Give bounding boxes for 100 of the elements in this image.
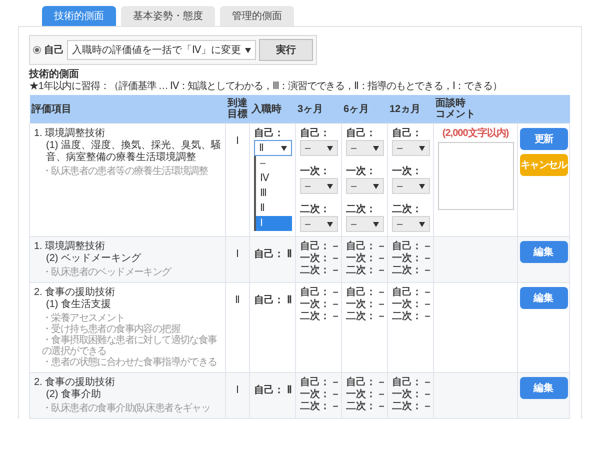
update-button[interactable]: 更新: [520, 128, 568, 150]
item-subtitle: (2) ベッドメーキング: [45, 253, 142, 265]
item-subtitle: (1) 食生活支援: [45, 299, 112, 311]
select-field[interactable]: –: [300, 216, 338, 232]
field-label: 二次：: [346, 204, 377, 216]
period-entry: 二次： –: [300, 401, 337, 413]
column-header: 入職時: [252, 104, 282, 114]
column-header: 評価項目: [32, 104, 72, 114]
period-entry: 一次： –: [392, 253, 429, 264]
caret-icon: [245, 48, 251, 52]
period-entry: 一次： –: [346, 389, 383, 400]
column-header: 到達 目標: [228, 98, 248, 120]
dropdown-option[interactable]: Ⅲ: [256, 186, 292, 201]
caret-icon: [373, 222, 379, 226]
target-level: Ⅰ: [236, 249, 239, 260]
column-header: 12ヵ月: [390, 104, 422, 114]
dropdown-option[interactable]: Ⅰ: [256, 216, 292, 231]
field-label: 一次：: [300, 166, 331, 178]
item-description: ・栄養アセスメント: [42, 313, 125, 324]
period-entry: 二次： –: [300, 311, 337, 323]
item-description: ・臥床患者の患者等の療養生活環境調整: [42, 166, 209, 177]
criteria-note: ★1年以内に習得：（評価基準 … Ⅳ：知識としてわかる，Ⅲ：演習でできる，Ⅱ：指導のもとできる，Ⅰ：できる）: [29, 81, 503, 92]
period-entry: 自己： –: [300, 287, 337, 298]
period-entry: 自己： –: [346, 241, 383, 252]
select-field[interactable]: –: [300, 178, 338, 194]
tab[interactable]: 管理的側面: [220, 6, 294, 26]
select-field[interactable]: –: [392, 140, 430, 156]
item-description: ・臥床患者の食事介助(臥床患者をギャッ: [42, 403, 212, 414]
item-description: ・臥床患者のベッドメーキング: [42, 267, 172, 278]
field-label: 自己：: [300, 128, 331, 140]
column-header: 面談時 コメント: [436, 98, 476, 120]
caret-icon: [327, 222, 333, 226]
radio-label: 自己: [44, 44, 64, 58]
item-description: ・食事摂取困難な患者に対して適切な食事の選択ができる: [42, 335, 218, 357]
period-entry: 自己： –: [300, 241, 337, 252]
item-number: 1. 環境調整技術: [34, 241, 106, 253]
execute-button[interactable]: 実行: [259, 39, 313, 61]
select-field[interactable]: –: [300, 140, 338, 156]
field-label: 自己：: [346, 128, 377, 140]
dropdown-option[interactable]: Ⅱ: [256, 201, 292, 216]
period-entry: 一次： –: [300, 389, 337, 400]
period-entry: 一次： –: [392, 299, 429, 310]
bulk-change-select[interactable]: 入職時の評価値を一括で「Ⅳ」に変更: [67, 40, 256, 60]
column-header: 3ヶ月: [298, 104, 324, 114]
period-entry: 自己： –: [346, 287, 383, 298]
caret-icon: [373, 184, 379, 188]
caret-icon: [327, 146, 333, 150]
dropdown-option[interactable]: Ⅳ: [256, 171, 292, 186]
field-label: 自己：: [254, 128, 285, 140]
target-level: Ⅰ: [236, 385, 239, 396]
field-label: 自己：: [392, 128, 423, 140]
caret-icon: [419, 184, 425, 188]
column-header: 6ヶ月: [344, 104, 370, 114]
select-field[interactable]: Ⅱ: [254, 140, 292, 156]
entry-value: 自己： Ⅱ: [254, 249, 292, 260]
item-number: 2. 食事の援助技術: [34, 377, 116, 388]
period-entry: 二次： –: [346, 311, 383, 323]
entry-value: 自己： Ⅱ: [254, 295, 292, 306]
field-label: 二次：: [300, 204, 331, 216]
comment-field[interactable]: [438, 142, 514, 210]
item-description: ・患者の状態に合わせた食事指導ができる: [42, 357, 218, 368]
select-field[interactable]: –: [392, 178, 430, 194]
edit-button[interactable]: 編集: [520, 241, 568, 263]
tab[interactable]: 基本姿勢・態度: [121, 6, 215, 26]
edit-button[interactable]: 編集: [520, 377, 568, 399]
period-entry: 二次： –: [300, 265, 337, 277]
radio-button[interactable]: [33, 46, 41, 54]
select-field[interactable]: –: [346, 216, 384, 232]
period-entry: 一次： –: [300, 253, 337, 264]
dropdown-option[interactable]: –: [256, 156, 292, 171]
period-entry: 二次： –: [346, 265, 383, 277]
item-number: 1. 環境調整技術: [34, 128, 106, 140]
edit-button[interactable]: 編集: [520, 287, 568, 309]
select-field[interactable]: –: [346, 140, 384, 156]
item-subtitle: (2) 食事介助: [45, 389, 102, 401]
select-field[interactable]: –: [392, 216, 430, 232]
item-number: 2. 食事の援助技術: [34, 287, 116, 298]
item-subtitle: (1) 温度、湿度、換気、採光、臭気、騒音、病室整備の療養生活環境調整: [45, 140, 221, 164]
caret-icon: [281, 146, 287, 150]
field-label: 一次：: [346, 166, 377, 178]
target-level: Ⅰ: [236, 136, 239, 147]
field-label: 二次：: [392, 204, 423, 216]
select-field[interactable]: –: [346, 178, 384, 194]
period-entry: 二次： –: [392, 265, 429, 277]
caret-icon: [373, 146, 379, 150]
period-entry: 二次： –: [346, 401, 383, 413]
period-entry: 自己： –: [392, 377, 429, 388]
target-level: Ⅱ: [235, 295, 240, 306]
period-entry: 二次： –: [392, 311, 429, 323]
period-entry: 自己： –: [300, 377, 337, 388]
period-entry: 二次： –: [392, 401, 429, 413]
period-entry: 自己： –: [392, 241, 429, 252]
period-entry: 自己： –: [346, 377, 383, 388]
period-entry: 自己： –: [392, 287, 429, 298]
section-title: 技術的側面: [29, 69, 80, 80]
entry-value: 自己： Ⅱ: [254, 385, 292, 396]
period-entry: 一次： –: [300, 299, 337, 310]
period-entry: 一次： –: [346, 253, 383, 264]
item-description: ・受け持ち患者の食事内容の把握: [42, 324, 180, 335]
caret-icon: [327, 184, 333, 188]
